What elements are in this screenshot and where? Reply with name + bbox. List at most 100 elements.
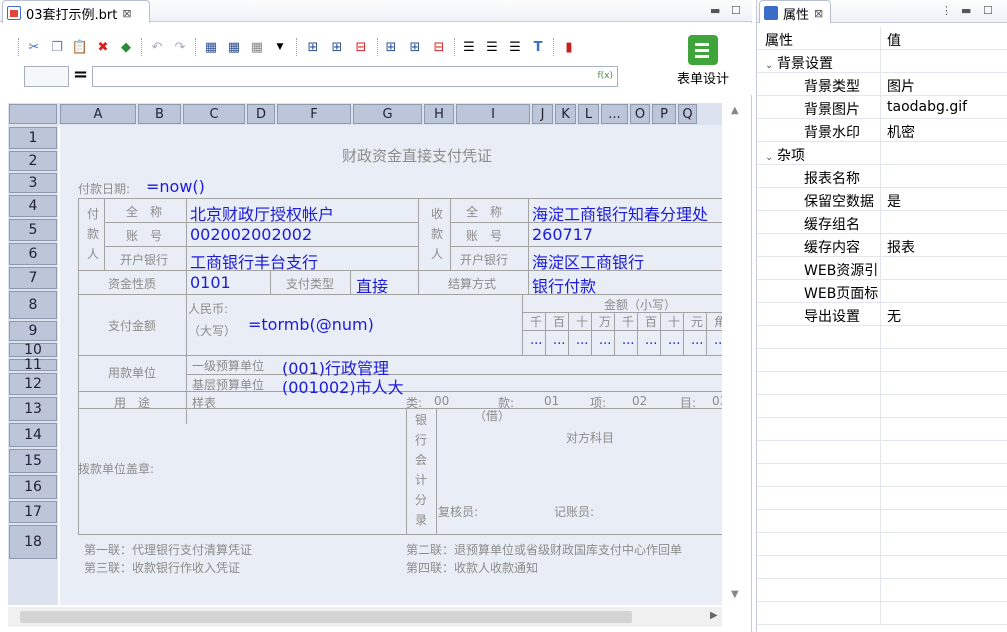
formula-input[interactable]: f(x) [92,66,618,87]
row-header[interactable]: 17 [9,501,57,523]
digit-value[interactable]: ... [576,333,588,348]
row-header[interactable]: 14 [9,423,57,447]
row-header[interactable]: 18 [9,525,57,559]
eraser-icon[interactable]: ◆ [117,38,135,56]
digit-value[interactable]: ... [714,333,722,348]
collapse-chevron-icon[interactable]: ⌄ [765,152,777,163]
row-header[interactable]: 2 [9,151,57,171]
property-value[interactable]: 机密 [887,125,915,141]
property-row[interactable]: 背景水印 机密 [757,119,1007,142]
column-header[interactable]: B [138,104,181,124]
close-tab-icon[interactable]: ⊠ [122,7,131,20]
row-header[interactable]: 12 [9,373,57,395]
payee-account[interactable]: 260717 [532,225,593,244]
scroll-right-icon[interactable]: ▶ [710,610,718,621]
digit-value[interactable]: ... [599,333,611,348]
column-header[interactable]: ... [601,104,628,124]
row-header[interactable]: 13 [9,397,57,421]
property-value[interactable]: 是 [887,194,901,210]
property-group[interactable]: ⌄ 背景设置 [757,50,1007,73]
row-header[interactable]: 8 [9,291,57,319]
digit-value[interactable]: ... [668,333,680,348]
property-row[interactable]: 保留空数据是 [757,188,1007,211]
property-row[interactable]: 报表名称 [757,165,1007,188]
properties-header-row[interactable]: 属性 值 [757,27,1007,50]
usage-value[interactable]: 样表 [192,394,216,411]
property-row[interactable]: 背景图片 taodabg.gif [757,96,1007,119]
close-properties-icon[interactable]: ⊠ [814,7,823,20]
column-header[interactable]: D [247,104,275,124]
view-menu-icon[interactable]: ⋮ [941,4,952,17]
minimize-icon[interactable]: ▬ [710,4,720,17]
property-row[interactable]: 缓存内容 报表 [757,234,1007,257]
properties-tab[interactable]: 属性 ⊠ [759,0,831,23]
row-header[interactable]: 7 [9,267,57,289]
insert-column-icon[interactable]: ⊞ [382,38,400,56]
horizontal-scrollbar[interactable]: ▶ [8,607,722,627]
column-header[interactable]: L [578,104,599,124]
cell-reference-box[interactable] [24,66,69,87]
row-header[interactable]: 11 [9,357,57,373]
align-right-icon[interactable]: ☰ [506,38,524,56]
property-value[interactable]: 值 [887,33,901,49]
row-header[interactable]: 5 [9,219,57,241]
column-header[interactable]: A [60,104,136,124]
property-row[interactable]: 导出设置 无 [757,303,1007,326]
horizontal-scroll-thumb[interactable] [20,611,632,623]
digit-value[interactable]: ... [553,333,565,348]
property-row[interactable]: WEB资源引 [757,257,1007,280]
property-value[interactable]: 图片 [887,79,915,95]
column-header[interactable]: K [555,104,576,124]
digit-value[interactable]: ... [530,333,542,348]
column-header[interactable]: C [183,104,245,124]
budget2-value[interactable]: (001002)市人大 [282,374,404,398]
pay-date-formula[interactable]: =now() [146,177,205,196]
payee-bank[interactable]: 海淀区工商银行 [532,249,644,273]
payer-bank[interactable]: 工商银行丰台支行 [190,249,318,273]
align-left-icon[interactable]: ☰ [460,38,478,56]
scroll-down-icon[interactable]: ▼ [731,589,739,600]
copy-icon[interactable]: ❐ [48,38,66,56]
delete-icon[interactable]: ✖ [94,38,112,56]
payer-account[interactable]: 002002002002 [190,225,312,244]
row-header[interactable]: 10 [9,342,57,358]
column-header[interactable]: Q [678,104,697,124]
fx-icon[interactable]: f(x) [597,71,613,81]
amount-formula[interactable]: =tormb(@num) [248,315,374,334]
column-header[interactable]: H [424,104,454,124]
row-header[interactable]: 15 [9,449,57,473]
delete-column-icon[interactable]: ⊟ [430,38,448,56]
column-header[interactable]: G [353,104,422,124]
form-design-button[interactable]: 表单设计 [665,33,741,93]
vertical-scrollbar[interactable]: ▲ ▼ [724,103,750,603]
border-dropdown-icon[interactable]: ▼ [271,38,289,56]
delete-row-icon[interactable]: ⊟ [352,38,370,56]
property-value[interactable]: 报表 [887,240,915,256]
scroll-up-icon[interactable]: ▲ [731,105,739,116]
insert-row-icon[interactable]: ⊞ [304,38,322,56]
merge-cells-icon[interactable]: ▦ [202,38,220,56]
undo-icon[interactable]: ↶ [148,38,166,56]
column-header[interactable]: P [652,104,676,124]
border-icon[interactable]: ▦ [248,38,266,56]
column-header[interactable]: J [532,104,553,124]
settle-value[interactable]: 银行付款 [532,273,596,297]
collapse-chevron-icon[interactable]: ⌄ [765,60,777,71]
digit-value[interactable]: ... [691,333,703,348]
properties-minimize-icon[interactable]: ▬ [961,4,971,17]
chart-icon[interactable]: ▮ [560,38,578,56]
payee-name[interactable]: 海淀工商银行知春分理处 [532,201,708,225]
row-header[interactable]: 9 [9,321,57,341]
paste-icon[interactable]: 📋 [71,38,89,56]
append-row-icon[interactable]: ⊞ [328,38,346,56]
property-group[interactable]: ⌄ 杂项 [757,142,1007,165]
row-header[interactable]: 4 [9,195,57,217]
property-value[interactable]: taodabg.gif [887,99,967,115]
digit-value[interactable]: ... [622,333,634,348]
pay-type-value[interactable]: 直接 [356,273,388,297]
column-header[interactable]: F [277,104,351,124]
property-value[interactable]: 无 [887,309,901,325]
property-row[interactable]: 缓存组名 [757,211,1007,234]
property-row[interactable]: 背景类型 图片 [757,73,1007,96]
digit-value[interactable]: ... [645,333,657,348]
